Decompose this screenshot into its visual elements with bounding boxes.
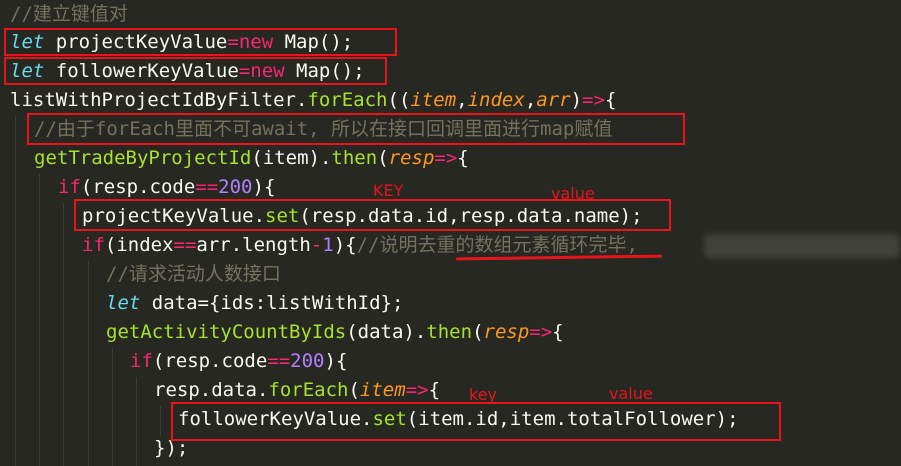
keyword-token: if [82, 234, 105, 256]
function-token: forEach [268, 379, 349, 401]
blurred-text [704, 234, 900, 258]
code-token: (index [104, 234, 174, 256]
value-label: value [551, 184, 595, 203]
highlight-box-follower-map [4, 57, 387, 85]
highlight-box-follower-set [171, 402, 781, 441]
parameter-token: item [410, 89, 457, 111]
parameter-token: index [467, 89, 525, 111]
key-label: KEY [373, 181, 404, 200]
number-token: 1 [322, 234, 334, 256]
code-line: listWithProjectIdByFilter.forEach((item,… [10, 86, 616, 115]
function-token: forEach [307, 89, 388, 111]
keyword-token: => [529, 321, 553, 343]
code-line: if(resp.code==200){ [130, 347, 347, 376]
keyword-token: => [405, 379, 429, 401]
code-token: (resp.code [80, 176, 196, 198]
keyword-token: == [173, 234, 197, 256]
code-token: ){ [333, 234, 357, 256]
code-line: resp.data.forEach(item=>{ [154, 376, 440, 405]
parameter-token: arr [536, 89, 571, 111]
parameter-token: resp [483, 321, 530, 343]
comment-token: //说明去重的数组元素循环完毕, [356, 234, 638, 256]
code-token: { [457, 147, 469, 169]
parameter-token: item [359, 379, 406, 401]
code-token: resp.data. [154, 379, 269, 401]
code-token: (( [387, 89, 411, 111]
function-token: then [426, 321, 473, 343]
highlight-box-project-set [74, 199, 671, 231]
code-token: listWithProjectIdByFilter. [10, 89, 308, 111]
function-token: then [331, 147, 378, 169]
highlight-box-comment [27, 113, 685, 145]
function-token: getTradeByProjectId [34, 147, 252, 169]
code-line: getTradeByProjectId(item).then(resp=>{ [34, 144, 469, 173]
code-token: ( [377, 147, 389, 169]
code-editor[interactable]: //建立键值对 let projectKeyValue=new Map(); l… [0, 0, 901, 466]
code-token: (resp.code [152, 350, 268, 372]
indent-guide [160, 406, 161, 436]
code-token: , [456, 89, 468, 111]
highlight-box-project-map [4, 28, 397, 56]
code-token: (item). [251, 147, 332, 169]
keyword-token: => [582, 89, 605, 111]
indent-guide [63, 203, 64, 466]
keyword-token: => [434, 147, 458, 169]
code-token: ( [348, 379, 360, 401]
key-label-lower: key [469, 385, 498, 404]
code-line: if(resp.code==200){ [58, 173, 275, 202]
code-token: arr.length [196, 234, 311, 256]
code-token: ){ [252, 176, 276, 198]
code-token: data={ids:listWithId}; [140, 292, 404, 314]
code-token: ) [570, 89, 583, 111]
code-line: //请求活动人数接口 [106, 260, 281, 289]
indent-guide [88, 261, 89, 466]
function-token: getActivityCountByIds [106, 321, 347, 343]
keyword-token: == [267, 350, 291, 372]
indent-guide [15, 116, 16, 466]
code-token: { [428, 379, 441, 401]
code-token: (data). [346, 321, 427, 343]
indent-guide [136, 377, 137, 466]
keyword-token: if [130, 350, 153, 372]
parameter-token: resp [388, 147, 435, 169]
value-label-lower: value [609, 384, 653, 403]
code-token: { [552, 321, 564, 343]
code-line: //建立键值对 [10, 0, 128, 29]
indent-guide [112, 348, 113, 466]
code-token: ( [472, 321, 484, 343]
keyword-token: == [195, 176, 219, 198]
code-token: { [604, 89, 617, 111]
code-token: , [524, 89, 537, 111]
storage-token: let [106, 292, 141, 314]
code-line: getActivityCountByIds(data).then(resp=>{ [106, 318, 564, 347]
comment-token: //建立键值对 [10, 3, 128, 25]
keyword-token: - [310, 234, 323, 256]
code-token: ){ [324, 350, 348, 372]
number-token: 200 [290, 350, 325, 372]
comment-token: //请求活动人数接口 [106, 263, 281, 285]
indent-guide [39, 174, 40, 466]
code-line: let data={ids:listWithId}; [106, 289, 403, 318]
keyword-token: if [58, 176, 81, 198]
number-token: 200 [218, 176, 253, 198]
